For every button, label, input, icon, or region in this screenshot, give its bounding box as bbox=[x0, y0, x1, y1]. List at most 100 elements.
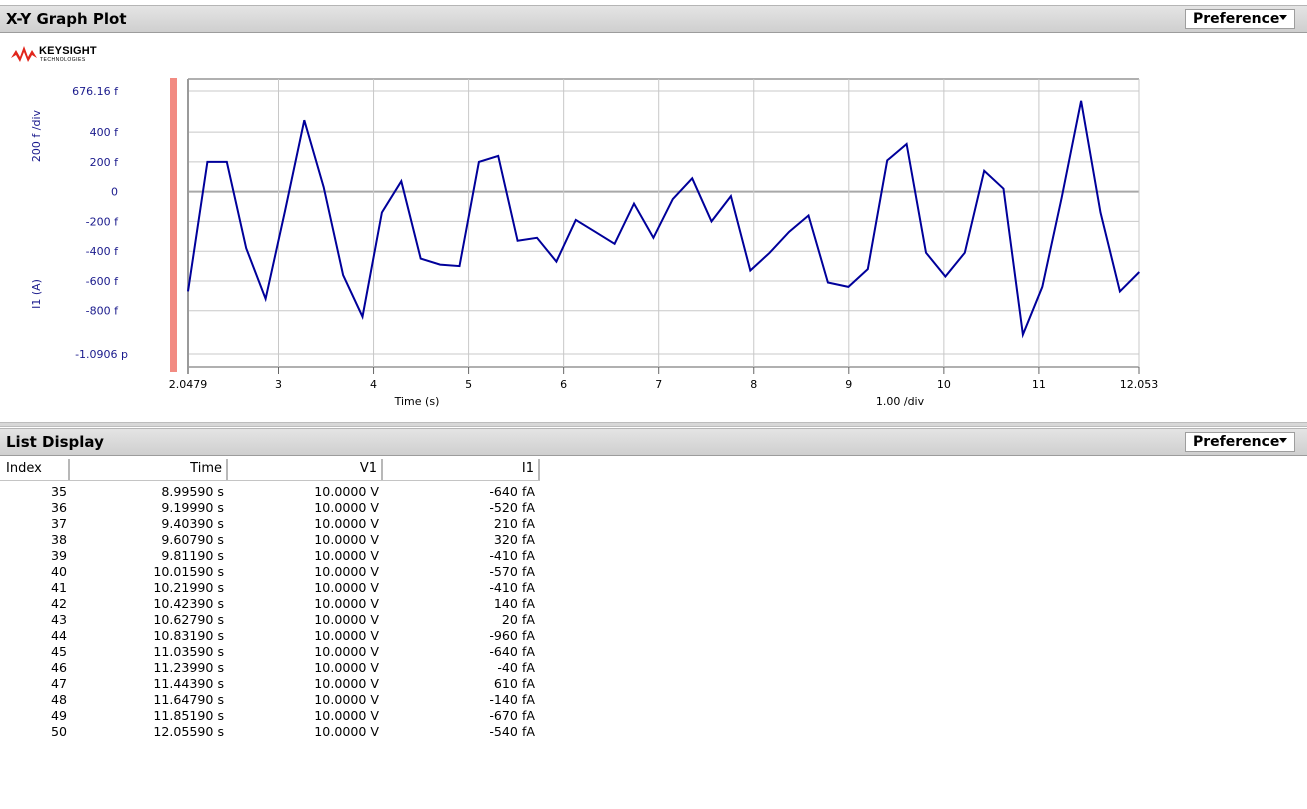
row-v1: 10.0000 V bbox=[314, 516, 379, 531]
table-row[interactable]: 50 12.05590 s 10.0000 V -540 fA bbox=[0, 724, 540, 740]
row-v1: 10.0000 V bbox=[314, 564, 379, 579]
y-div-label: 200 f /div bbox=[30, 109, 43, 162]
row-index: 45 bbox=[50, 644, 67, 659]
row-time: 10.01590 s bbox=[153, 564, 224, 579]
graph-panel-title: X-Y Graph Plot bbox=[6, 10, 127, 28]
row-index: 40 bbox=[50, 564, 67, 579]
row-index: 37 bbox=[50, 516, 67, 531]
chevron-down-icon bbox=[1279, 438, 1287, 443]
row-index: 49 bbox=[50, 708, 67, 723]
xy-graph-chart[interactable]: 676.16 f 400 f 200 f 0 -200 f -400 f -600 f -80… bbox=[0, 36, 1307, 416]
row-v1: 10.0000 V bbox=[314, 676, 379, 691]
column-header-time[interactable]: Time bbox=[70, 459, 228, 480]
x-tick-label: 5 bbox=[465, 378, 472, 391]
row-v1: 10.0000 V bbox=[314, 532, 379, 547]
row-time: 9.81190 s bbox=[161, 548, 224, 563]
row-time: 11.44390 s bbox=[153, 676, 224, 691]
x-tick-label: 7 bbox=[655, 378, 662, 391]
row-index: 42 bbox=[50, 596, 67, 611]
table-row[interactable]: 40 10.01590 s 10.0000 V -570 fA bbox=[0, 564, 540, 580]
row-index: 41 bbox=[50, 580, 67, 595]
table-row[interactable]: 43 10.62790 s 10.0000 V 20 fA bbox=[0, 612, 540, 628]
row-time: 10.42390 s bbox=[153, 596, 224, 611]
x-tick-label: 4 bbox=[370, 378, 377, 391]
row-v1: 10.0000 V bbox=[314, 500, 379, 515]
row-index: 44 bbox=[50, 628, 67, 643]
xy-graph-area: 676.16 f 400 f 200 f 0 -200 f -400 f -600 f -80… bbox=[0, 36, 1307, 416]
table-row[interactable]: 47 11.44390 s 10.0000 V 610 fA bbox=[0, 676, 540, 692]
row-v1: 10.0000 V bbox=[314, 580, 379, 595]
y-tick-label: -600 f bbox=[86, 275, 119, 288]
table-row[interactable]: 41 10.21990 s 10.0000 V -410 fA bbox=[0, 580, 540, 596]
row-time: 9.19990 s bbox=[161, 500, 224, 515]
row-time: 9.40390 s bbox=[161, 516, 224, 531]
row-i1: -570 fA bbox=[489, 564, 535, 579]
row-time: 11.03590 s bbox=[153, 644, 224, 659]
row-v1: 10.0000 V bbox=[314, 628, 379, 643]
row-index: 35 bbox=[50, 484, 67, 499]
row-i1: -140 fA bbox=[489, 692, 535, 707]
table-row[interactable]: 42 10.42390 s 10.0000 V 140 fA bbox=[0, 596, 540, 612]
x-tick-label: 3 bbox=[275, 378, 282, 391]
y-tick-label: -400 f bbox=[86, 245, 119, 258]
table-row[interactable]: 45 11.03590 s 10.0000 V -640 fA bbox=[0, 644, 540, 660]
row-time: 11.23990 s bbox=[153, 660, 224, 675]
graph-preference-label: Preference bbox=[1193, 11, 1280, 27]
column-header-index[interactable]: Index bbox=[0, 459, 70, 480]
row-i1: -410 fA bbox=[489, 548, 535, 563]
y-tick-label: 400 f bbox=[90, 126, 119, 139]
list-panel-title: List Display bbox=[6, 433, 104, 451]
row-i1: 210 fA bbox=[493, 516, 535, 531]
column-header-v1[interactable]: V1 bbox=[228, 459, 383, 480]
row-time: 12.05590 s bbox=[153, 724, 224, 739]
row-v1: 10.0000 V bbox=[314, 644, 379, 659]
table-row[interactable]: 37 9.40390 s 10.0000 V 210 fA bbox=[0, 516, 540, 532]
x-tick-label: 12.053 bbox=[1120, 378, 1159, 391]
graph-preference-dropdown[interactable]: Preference bbox=[1185, 9, 1295, 29]
graph-panel-header: X-Y Graph Plot Preference bbox=[0, 5, 1307, 33]
row-index: 43 bbox=[50, 612, 67, 627]
x-tick-label: 10 bbox=[937, 378, 951, 391]
x-tick-label: 8 bbox=[750, 378, 757, 391]
row-index: 48 bbox=[50, 692, 67, 707]
row-v1: 10.0000 V bbox=[314, 612, 379, 627]
y-tick-label: 676.16 f bbox=[72, 85, 119, 98]
row-i1: 320 fA bbox=[493, 532, 535, 547]
table-row[interactable]: 49 11.85190 s 10.0000 V -670 fA bbox=[0, 708, 540, 724]
x-tick-label: 6 bbox=[560, 378, 567, 391]
row-index: 46 bbox=[50, 660, 67, 675]
row-v1: 10.0000 V bbox=[314, 708, 379, 723]
left-marker-bar[interactable] bbox=[170, 78, 177, 372]
panel-splitter[interactable] bbox=[0, 422, 1307, 427]
x-tick-label: 9 bbox=[845, 378, 852, 391]
table-row[interactable]: 46 11.23990 s 10.0000 V -40 fA bbox=[0, 660, 540, 676]
list-table-body[interactable]: 35 8.99590 s 10.0000 V -640 fA 36 9.19990 s 10… bbox=[0, 484, 540, 740]
row-index: 39 bbox=[50, 548, 67, 563]
row-v1: 10.0000 V bbox=[314, 692, 379, 707]
list-preference-label: Preference bbox=[1193, 434, 1280, 450]
x-tick-label: 11 bbox=[1032, 378, 1046, 391]
y-tick-label: -1.0906 p bbox=[75, 348, 128, 361]
row-i1: -410 fA bbox=[489, 580, 535, 595]
table-row[interactable]: 36 9.19990 s 10.0000 V -520 fA bbox=[0, 500, 540, 516]
row-v1: 10.0000 V bbox=[314, 548, 379, 563]
table-row[interactable]: 38 9.60790 s 10.0000 V 320 fA bbox=[0, 532, 540, 548]
row-time: 11.64790 s bbox=[153, 692, 224, 707]
y-tick-label: -800 f bbox=[86, 305, 119, 318]
row-time: 8.99590 s bbox=[161, 484, 224, 499]
table-row[interactable]: 39 9.81190 s 10.0000 V -410 fA bbox=[0, 548, 540, 564]
list-panel-header: List Display Preference bbox=[0, 428, 1307, 456]
list-preference-dropdown[interactable]: Preference bbox=[1185, 432, 1295, 452]
table-row[interactable]: 44 10.83190 s 10.0000 V -960 fA bbox=[0, 628, 540, 644]
x-axis-label: Time (s) bbox=[394, 395, 440, 408]
i1-series-line[interactable] bbox=[187, 100, 1141, 339]
column-header-i1[interactable]: I1 bbox=[383, 459, 540, 480]
x-div-label: 1.00 /div bbox=[876, 395, 925, 408]
row-time: 9.60790 s bbox=[161, 532, 224, 547]
table-row[interactable]: 35 8.99590 s 10.0000 V -640 fA bbox=[0, 484, 540, 500]
table-row[interactable]: 48 11.64790 s 10.0000 V -140 fA bbox=[0, 692, 540, 708]
row-i1: -520 fA bbox=[489, 500, 535, 515]
row-index: 38 bbox=[50, 532, 67, 547]
row-time: 11.85190 s bbox=[153, 708, 224, 723]
row-i1: -40 fA bbox=[497, 660, 535, 675]
